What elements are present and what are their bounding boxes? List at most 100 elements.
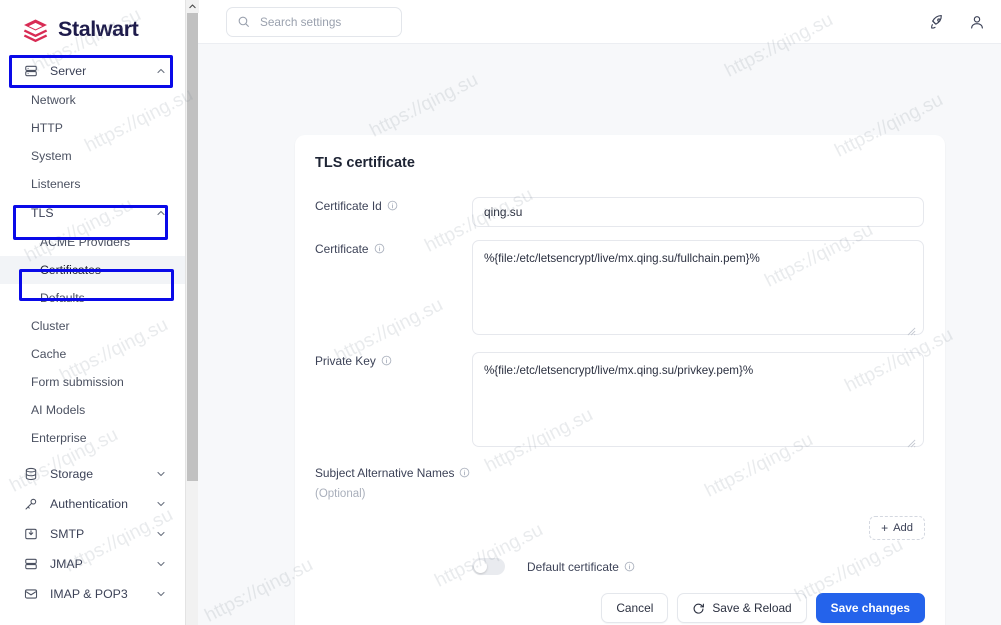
sidebar-group-authentication[interactable]: Authentication bbox=[0, 489, 185, 519]
field-san-label: Subject Alternative Names bbox=[315, 464, 470, 480]
brand-name: Stalwart bbox=[58, 17, 139, 42]
field-certificate: Certificate bbox=[315, 240, 925, 335]
sidebar: Stalwart Server Network HTTP System List… bbox=[0, 0, 185, 625]
sidebar-item-certificates-label: Certificates bbox=[40, 263, 101, 277]
sidebar-group-smtp-label: SMTP bbox=[50, 527, 85, 541]
chevron-down-icon bbox=[155, 498, 167, 510]
key-icon bbox=[24, 497, 38, 511]
sidebar-group-storage-label: Storage bbox=[50, 467, 94, 481]
sidebar-group-jmap[interactable]: JMAP bbox=[0, 549, 185, 579]
chevron-up-icon bbox=[155, 207, 167, 219]
field-san-label-text: Subject Alternative Names bbox=[315, 466, 455, 480]
default-certificate-row: Default certificate bbox=[472, 558, 635, 575]
topbar-actions bbox=[929, 14, 1001, 30]
sidebar-item-form-submission-label: Form submission bbox=[31, 375, 124, 389]
search-input[interactable] bbox=[258, 13, 391, 30]
private-key-textarea[interactable] bbox=[472, 352, 924, 447]
inbox-icon bbox=[24, 557, 38, 571]
chevron-up-icon bbox=[155, 65, 167, 77]
sidebar-nav: Server Network HTTP System Listeners TLS bbox=[0, 46, 185, 609]
field-subject-alternative-names: Subject Alternative Names bbox=[315, 464, 925, 480]
certificate-textarea[interactable] bbox=[472, 240, 924, 335]
info-icon[interactable] bbox=[381, 355, 392, 366]
sidebar-group-authentication-label: Authentication bbox=[50, 497, 128, 511]
sidebar-group-storage[interactable]: Storage bbox=[0, 459, 185, 489]
save-changes-button[interactable]: Save changes bbox=[815, 593, 925, 623]
sidebar-item-http[interactable]: HTTP bbox=[0, 114, 185, 142]
tls-certificate-card: TLS certificate Certificate Id Certifica… bbox=[295, 135, 945, 625]
sidebar-group-tls[interactable]: TLS bbox=[0, 198, 185, 228]
stalwart-admin-window: Stalwart Server Network HTTP System List… bbox=[0, 0, 1001, 625]
sidebar-group-smtp[interactable]: SMTP bbox=[0, 519, 185, 549]
sidebar-item-listeners[interactable]: Listeners bbox=[0, 170, 185, 198]
search-settings-box[interactable] bbox=[226, 6, 402, 37]
sidebar-item-http-label: HTTP bbox=[31, 121, 63, 135]
envelope-icon bbox=[24, 587, 38, 601]
sidebar-group-tls-label: TLS bbox=[31, 206, 54, 220]
sidebar-item-system[interactable]: System bbox=[0, 142, 185, 170]
add-san-button[interactable]: + Add bbox=[869, 516, 925, 540]
sidebar-item-acme-providers[interactable]: ACME Providers bbox=[0, 228, 185, 256]
page-title: TLS certificate bbox=[315, 155, 415, 171]
sidebar-scrollbar[interactable] bbox=[185, 0, 199, 625]
brand-logo[interactable]: Stalwart bbox=[0, 0, 185, 46]
topbar bbox=[198, 0, 1001, 44]
sidebar-group-imap-pop3-label: IMAP & POP3 bbox=[50, 587, 128, 601]
cancel-button-label: Cancel bbox=[616, 601, 654, 615]
scroll-up-arrow-icon[interactable] bbox=[186, 0, 199, 13]
stacked-layers-icon bbox=[22, 17, 49, 44]
info-icon[interactable] bbox=[459, 467, 470, 478]
sidebar-item-defaults[interactable]: Defaults bbox=[0, 284, 185, 312]
certificate-id-input[interactable] bbox=[472, 197, 924, 227]
sidebar-item-certificates[interactable]: Certificates bbox=[0, 256, 185, 284]
info-icon[interactable] bbox=[374, 243, 385, 254]
sidebar-item-network[interactable]: Network bbox=[0, 86, 185, 114]
default-certificate-label-text: Default certificate bbox=[527, 559, 619, 574]
sidebar-item-cache[interactable]: Cache bbox=[0, 340, 185, 368]
cancel-button[interactable]: Cancel bbox=[601, 593, 669, 623]
save-and-reload-button[interactable]: Save & Reload bbox=[677, 593, 807, 623]
field-certificate-id-label-text: Certificate Id bbox=[315, 199, 382, 213]
save-and-reload-button-label: Save & Reload bbox=[712, 601, 792, 615]
field-certificate-label: Certificate bbox=[315, 240, 472, 335]
form-footer: Cancel Save & Reload Save changes bbox=[601, 593, 925, 623]
main-content: TLS certificate Certificate Id Certifica… bbox=[198, 44, 1001, 625]
user-icon[interactable] bbox=[969, 14, 985, 30]
database-icon bbox=[24, 467, 38, 481]
save-changes-button-label: Save changes bbox=[830, 601, 910, 615]
sidebar-item-listeners-label: Listeners bbox=[31, 177, 81, 191]
sidebar-item-network-label: Network bbox=[31, 93, 76, 107]
sidebar-group-jmap-label: JMAP bbox=[50, 557, 83, 571]
plus-icon: + bbox=[881, 521, 889, 535]
sidebar-item-ai-models[interactable]: AI Models bbox=[0, 396, 185, 424]
toggle-knob bbox=[474, 560, 487, 573]
rocket-icon[interactable] bbox=[929, 14, 945, 30]
sidebar-group-imap-pop3[interactable]: IMAP & POP3 bbox=[0, 579, 185, 609]
chevron-down-icon bbox=[155, 558, 167, 570]
field-certificate-id: Certificate Id bbox=[315, 197, 925, 227]
sidebar-item-form-submission[interactable]: Form submission bbox=[0, 368, 185, 396]
info-icon[interactable] bbox=[624, 561, 635, 572]
refresh-icon bbox=[692, 602, 705, 615]
chevron-down-icon bbox=[155, 468, 167, 480]
sidebar-group-server[interactable]: Server bbox=[0, 56, 185, 86]
sidebar-item-enterprise[interactable]: Enterprise bbox=[0, 424, 185, 452]
scrollbar-thumb[interactable] bbox=[187, 13, 198, 481]
sidebar-item-cache-label: Cache bbox=[31, 347, 67, 361]
field-certificate-label-text: Certificate bbox=[315, 242, 369, 256]
info-icon[interactable] bbox=[387, 200, 398, 211]
inbox-down-icon bbox=[24, 527, 38, 541]
sidebar-item-acme-providers-label: ACME Providers bbox=[40, 235, 131, 249]
field-private-key-label-text: Private Key bbox=[315, 354, 376, 368]
sidebar-item-system-label: System bbox=[31, 149, 72, 163]
sidebar-item-ai-models-label: AI Models bbox=[31, 403, 86, 417]
default-certificate-toggle[interactable] bbox=[472, 558, 505, 575]
sidebar-item-cluster[interactable]: Cluster bbox=[0, 312, 185, 340]
chevron-down-icon bbox=[155, 528, 167, 540]
sidebar-group-server-label: Server bbox=[50, 64, 87, 78]
default-certificate-label: Default certificate bbox=[527, 560, 635, 574]
field-private-key-label: Private Key bbox=[315, 352, 472, 447]
search-icon bbox=[237, 15, 250, 28]
server-icon bbox=[24, 64, 38, 78]
field-private-key: Private Key bbox=[315, 352, 925, 447]
